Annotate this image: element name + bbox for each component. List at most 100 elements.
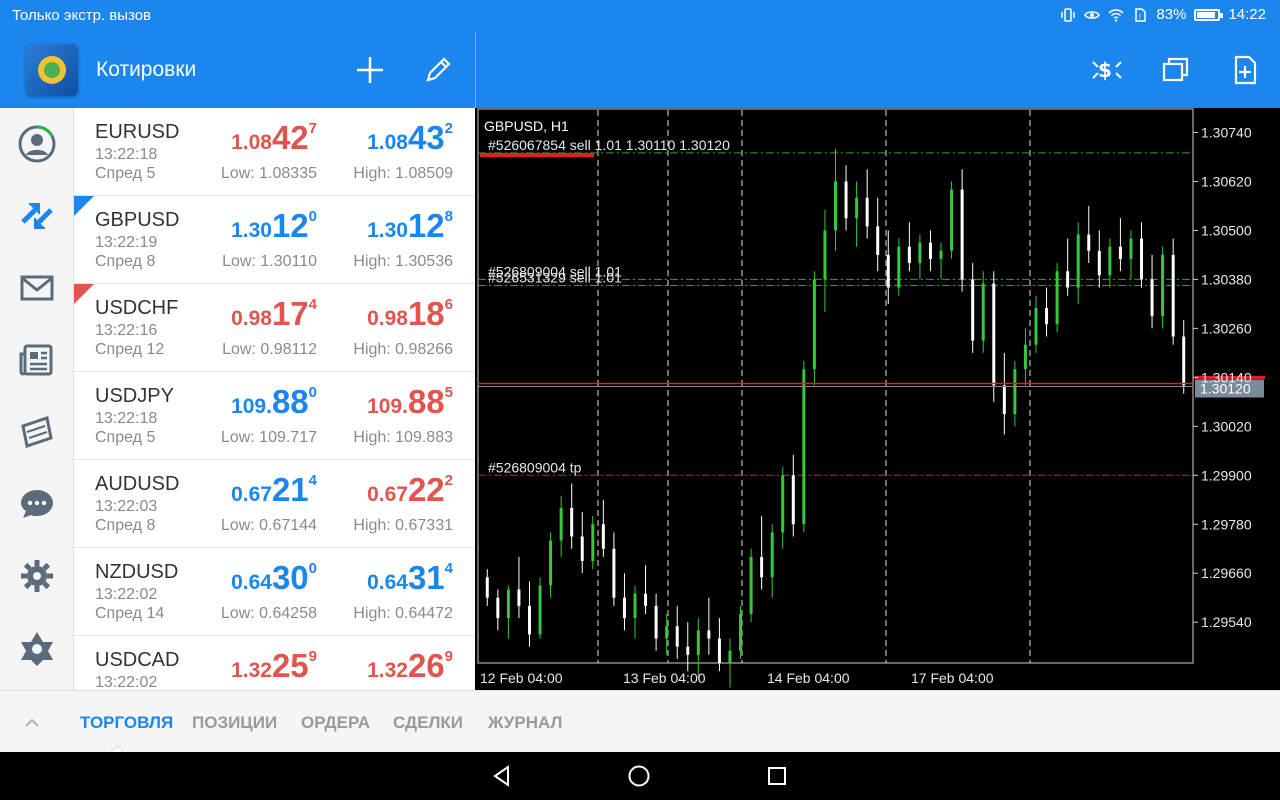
ask-price[interactable]: 109.885	[303, 383, 453, 420]
candle-body	[696, 630, 700, 655]
bid-price[interactable]: 109.880	[167, 383, 317, 420]
chat-icon[interactable]	[17, 484, 57, 524]
quote-row-usdjpy[interactable]: USDJPY 13:22:18 Спред 5 109.880 109.885 Low: …	[74, 372, 475, 460]
ask-price[interactable]: 0.67222	[303, 471, 453, 508]
high-price: High: 0.98266	[353, 341, 453, 358]
quote-row-audusd[interactable]: AUDUSD 13:22:03 Спред 8 0.67214 0.67222 Low: …	[74, 460, 475, 548]
bid-price-prefix: 109.	[231, 395, 272, 418]
spread: Спред 5	[95, 429, 156, 446]
windows-icon[interactable]	[1158, 52, 1194, 88]
ask-price-pips: 18	[407, 295, 445, 332]
spread: Спред 14	[95, 605, 165, 622]
ask-price[interactable]: 1.08432	[303, 119, 453, 156]
sim-icon: !	[1135, 7, 1147, 22]
bid-price[interactable]: 0.98174	[167, 295, 317, 332]
metatrader-logo-icon[interactable]	[26, 44, 78, 96]
ask-price-pips: 12	[407, 207, 445, 244]
candle-body	[802, 369, 806, 525]
add-icon[interactable]	[352, 52, 388, 88]
back-icon[interactable]	[490, 764, 514, 788]
candle-body	[665, 626, 669, 639]
tab-deals[interactable]: СДЕЛКИ	[393, 713, 463, 733]
tab-trading[interactable]: ТОРГОВЛЯ	[80, 713, 173, 733]
candle-body	[1161, 254, 1165, 317]
trade-icon[interactable]: $	[1089, 52, 1125, 88]
price-chart[interactable]: #526067854 sell 1.01 1.30110 1.30120 #526…	[476, 108, 1280, 690]
ask-price-prefix: 1.08	[367, 131, 408, 154]
page-title: Котировки	[96, 58, 197, 81]
tab-positions[interactable]: ПОЗИЦИИ	[192, 713, 277, 733]
bid-price-prefix: 1.30	[231, 219, 272, 242]
quote-row-usdchf[interactable]: USDCHF 13:22:16 Спред 12 0.98174 0.98186 Low:…	[74, 284, 475, 372]
settings-icon[interactable]	[17, 556, 57, 596]
candle-body	[844, 181, 848, 219]
bid-price[interactable]: 0.67214	[167, 471, 317, 508]
spread: Спред 8	[95, 253, 156, 270]
y-tick-label: 1.30500	[1201, 222, 1252, 238]
candle-body	[707, 630, 711, 639]
bid-price[interactable]: 0.64300	[167, 559, 317, 596]
quote-row-gbpusd[interactable]: GBPUSD 13:22:19 Спред 8 1.30120 1.30128 Low: …	[74, 196, 475, 284]
status-icons: ! 83% 14:22	[1060, 6, 1266, 23]
quote-time: 13:22:16	[95, 322, 158, 339]
tab-journal[interactable]: ЖУРНАЛ	[488, 713, 562, 733]
candle-body	[886, 254, 890, 288]
status-text: Только экстр. вызов	[12, 7, 152, 24]
ask-price-fraction: 9	[444, 648, 453, 665]
ask-price[interactable]: 1.32269	[303, 647, 453, 684]
candle-body	[960, 189, 964, 280]
candle-body	[791, 475, 795, 525]
candle-body	[928, 242, 932, 259]
account-icon[interactable]	[17, 124, 57, 164]
candle-body	[855, 197, 859, 219]
candle-body	[876, 226, 880, 255]
candle-body	[1097, 250, 1101, 276]
ask-price-pips: 26	[407, 647, 445, 684]
ask-price-prefix: 0.67	[367, 483, 408, 506]
candle-body	[1066, 271, 1070, 288]
candle-body	[823, 230, 827, 280]
bid-price[interactable]: 1.32259	[167, 647, 317, 684]
home-icon[interactable]	[627, 764, 651, 788]
status-bar: Только экстр. вызов ! 83% 14:22	[0, 0, 1280, 32]
candle-body	[770, 532, 774, 578]
mail-icon[interactable]	[17, 268, 57, 308]
ask-price[interactable]: 0.64314	[303, 559, 453, 596]
selection-corner	[74, 196, 94, 216]
recents-icon[interactable]	[765, 764, 789, 788]
trade-nav-icon[interactable]	[17, 196, 57, 236]
edit-icon[interactable]	[420, 52, 456, 88]
quote-row-eurusd[interactable]: EURUSD 13:22:18 Спред 5 1.08427 1.08432 Low: …	[74, 108, 475, 196]
y-tick-label: 1.29900	[1201, 467, 1252, 483]
quote-row-nzdusd[interactable]: NZDUSD 13:22:02 Спред 14 0.64300 0.64314 Low:…	[74, 548, 475, 636]
battery-icon	[1194, 8, 1224, 21]
bid-price[interactable]: 1.08427	[167, 119, 317, 156]
ask-price-fraction: 2	[444, 472, 453, 489]
candle-body	[1055, 271, 1059, 325]
community-icon[interactable]	[17, 628, 57, 668]
quote-row-usdcad[interactable]: USDCAD 13:22:02 1.32259 1.32269	[74, 636, 475, 690]
new-document-icon[interactable]	[1227, 52, 1263, 88]
quote-time: 13:22:02	[95, 586, 158, 603]
order-label: #526809004 tp	[488, 459, 582, 475]
chart-panel[interactable]: #526067854 sell 1.01 1.30110 1.30120 #526…	[476, 108, 1280, 690]
y-tick-label: 1.29660	[1201, 565, 1252, 581]
wifi-icon	[1108, 8, 1124, 22]
candle-body	[506, 589, 510, 619]
ask-price[interactable]: 1.30128	[303, 207, 453, 244]
y-tick-label: 1.30620	[1201, 173, 1252, 189]
candle-body	[717, 638, 721, 663]
tab-orders[interactable]: ОРДЕРА	[301, 713, 370, 733]
high-price: High: 0.67331	[353, 517, 453, 534]
news-icon[interactable]	[17, 340, 57, 380]
bid-price[interactable]: 1.30120	[167, 207, 317, 244]
ask-price-prefix: 109.	[367, 395, 408, 418]
chevron-up-icon[interactable]	[22, 713, 42, 733]
ask-price[interactable]: 0.98186	[303, 295, 453, 332]
bid-price-prefix: 0.98	[231, 307, 272, 330]
x-tick-label: 13 Feb 04:00	[623, 670, 706, 686]
y-tick-label: 1.29780	[1201, 516, 1252, 532]
candle-body	[739, 614, 743, 651]
ask-price-pips: 22	[407, 471, 445, 508]
calendar-icon[interactable]	[17, 412, 57, 452]
